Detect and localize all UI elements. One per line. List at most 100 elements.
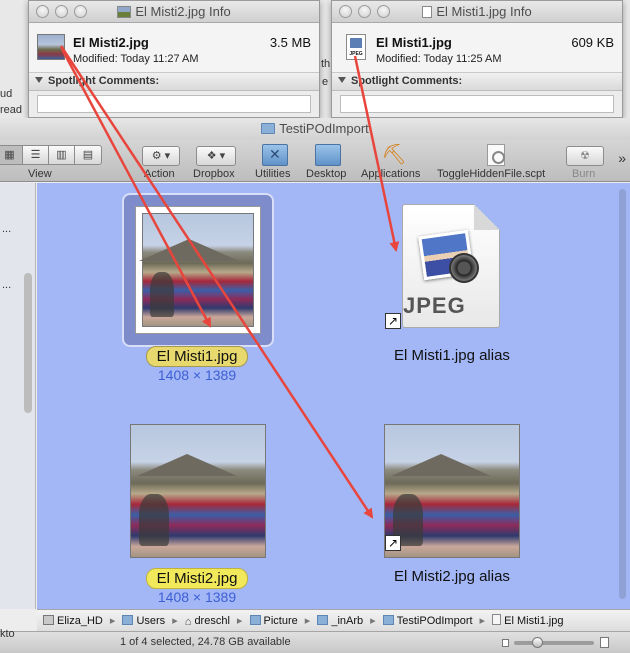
info-window-misti1[interactable]: El Misti1.jpg Info JPEG El Misti1.jpg 60… [331, 0, 623, 118]
path-item-inarb[interactable]: _inArb [317, 615, 363, 627]
window-title: TestiPOdImport [279, 121, 369, 136]
desktop-label: Desktop [306, 168, 347, 180]
icon-view-icon[interactable]: ▦ [0, 146, 23, 164]
file-name-label[interactable]: El Misti2.jpg [145, 568, 249, 589]
folder-icon [382, 615, 394, 625]
file-name-label[interactable]: El Misti1.jpg alias [394, 347, 510, 364]
jpeg-document-icon: JPEG [346, 34, 366, 60]
info-window-misti2[interactable]: El Misti2.jpg Info El Misti2.jpg 3.5 MB … [28, 0, 320, 118]
spotlight-comments-field[interactable] [37, 95, 311, 113]
preview-lens-icon [449, 253, 479, 283]
file-item-misti1-alias-icon[interactable]: JPEG [402, 204, 500, 328]
alias-arrow-icon: ↗ [385, 313, 401, 329]
window-title: El Misti2.jpg Info [135, 4, 231, 19]
folder-icon [261, 123, 276, 134]
alias-arrow-icon: ↗ [385, 535, 401, 551]
path-item-file[interactable]: El Misti1.jpg [492, 614, 563, 627]
sidebar-truncated-item[interactable]: ... [2, 279, 11, 291]
title-bar[interactable]: El Misti1.jpg Info [332, 1, 622, 23]
background-text: read [0, 104, 23, 116]
action-button[interactable]: ⚙ ▾ [142, 146, 180, 166]
icon-size-slider[interactable] [514, 637, 594, 648]
file-item-misti2-label[interactable]: El Misti2.jpg 1408 × 1389 [117, 568, 277, 605]
file-size: 609 KB [571, 35, 614, 50]
spotlight-comments-field[interactable] [340, 95, 614, 113]
list-view-icon[interactable]: ☰ [23, 146, 49, 164]
file-name-label[interactable]: El Misti1.jpg [145, 346, 249, 367]
slider-knob[interactable] [532, 637, 543, 648]
dropbox-icon: ❖ ▾ [206, 150, 226, 162]
icon-view-area[interactable]: El Misti1.jpg 1408 × 1389 JPEG ↗ El Mist… [37, 183, 630, 609]
toolbar: ▦ ☰ ▥ ▤ View ⚙ ▾ Action ❖ ▾ Dropbox Util… [0, 140, 630, 182]
sidebar-truncated-item[interactable]: ... [2, 223, 11, 235]
file-type-label: JPEG [403, 293, 466, 318]
desktop-folder-icon[interactable] [315, 144, 341, 166]
path-separator: ▸ [479, 615, 486, 627]
burn-label: Burn [572, 168, 596, 180]
toolbar-overflow-icon[interactable]: » [618, 150, 626, 166]
folder-icon [317, 615, 329, 625]
file-summary: JPEG El Misti1.jpg 609 KB Modified: Toda… [332, 23, 622, 73]
view-label: View [28, 168, 52, 180]
spotlight-comments-header[interactable]: Spotlight Comments: [332, 73, 622, 91]
file-item-misti2-alias-thumbnail[interactable] [384, 424, 520, 558]
modified-date: Modified: Today 11:25 AM [376, 53, 502, 65]
gear-icon: ⚙ ▾ [151, 150, 171, 162]
background-text: th [321, 58, 331, 70]
script-file-icon[interactable] [487, 144, 505, 166]
document-icon [422, 6, 433, 18]
burn-icon: ☢ [580, 150, 590, 162]
burn-button[interactable]: ☢ [566, 146, 604, 166]
view-mode-control[interactable]: ▦ ☰ ▥ ▤ [0, 145, 102, 165]
section-label: Spotlight Comments: [351, 75, 463, 87]
finder-window[interactable]: TestiPOdImport ▦ ☰ ▥ ▤ View ⚙ ▾ Action ❖… [0, 118, 630, 653]
folder-icon [122, 615, 134, 625]
modified-date: Modified: Today 11:27 AM [73, 53, 199, 65]
small-icon-size-icon [502, 639, 509, 647]
file-item-misti2-alias-label[interactable]: El Misti2.jpg alias [357, 568, 547, 585]
file-item-misti1-thumbnail[interactable] [135, 206, 261, 334]
path-separator: ▸ [370, 615, 376, 627]
file-item-misti2-thumbnail[interactable] [130, 424, 266, 558]
file-name-label[interactable]: El Misti2.jpg alias [394, 568, 510, 585]
photo-thumbnail-icon [117, 6, 132, 18]
column-view-icon[interactable]: ▥ [49, 146, 75, 164]
disclosure-triangle-icon[interactable] [35, 77, 43, 83]
file-summary: El Misti2.jpg 3.5 MB Modified: Today 11:… [29, 23, 319, 73]
title-bar[interactable]: TestiPOdImport [0, 118, 630, 140]
path-bar: Eliza_HD ▸ Users ▸ ⌂ dreschl ▸ Picture ▸ _inA… [37, 609, 630, 631]
large-icon-size-icon [600, 637, 609, 648]
path-item-disk[interactable]: Eliza_HD [43, 615, 103, 627]
applications-icon[interactable]: ⛏ [381, 144, 407, 166]
path-item-testipod[interactable]: TestiPOdImport [382, 615, 473, 627]
folder-icon [249, 615, 261, 625]
file-item-misti1-label[interactable]: El Misti1.jpg 1408 × 1389 [117, 346, 277, 383]
utilities-folder-icon[interactable] [262, 144, 288, 166]
action-label: Action [144, 168, 175, 180]
utilities-label: Utilities [255, 168, 291, 180]
path-separator: ▸ [304, 615, 311, 627]
path-item-pictures[interactable]: Picture [249, 615, 298, 627]
spotlight-comments-header[interactable]: Spotlight Comments: [29, 73, 319, 91]
photo-thumbnail-icon [142, 213, 254, 327]
file-item-misti1-alias-label[interactable]: El Misti1.jpg alias [357, 347, 547, 364]
home-icon: ⌂ [184, 616, 192, 628]
sidebar[interactable]: ... ... [0, 183, 36, 609]
dropbox-button[interactable]: ❖ ▾ [196, 146, 236, 166]
disclosure-triangle-icon[interactable] [338, 77, 346, 83]
file-name: El Misti2.jpg [73, 35, 149, 50]
status-text: 1 of 4 selected, 24.78 GB available [120, 636, 291, 648]
content-scrollbar[interactable] [619, 189, 626, 599]
coverflow-view-icon[interactable]: ▤ [75, 146, 101, 164]
image-dimensions: 1408 × 1389 [157, 367, 237, 383]
photo-thumbnail-icon [37, 34, 65, 60]
applications-label: Applications [361, 168, 421, 180]
document-icon [492, 614, 502, 625]
background-text: e [322, 76, 329, 88]
title-bar[interactable]: El Misti2.jpg Info [29, 1, 319, 23]
path-item-users[interactable]: Users [122, 615, 165, 627]
image-dimensions: 1408 × 1389 [157, 589, 237, 605]
dropbox-label: Dropbox [193, 168, 235, 180]
sidebar-scrollbar[interactable] [24, 273, 32, 413]
path-item-home[interactable]: ⌂ dreschl [185, 615, 230, 628]
